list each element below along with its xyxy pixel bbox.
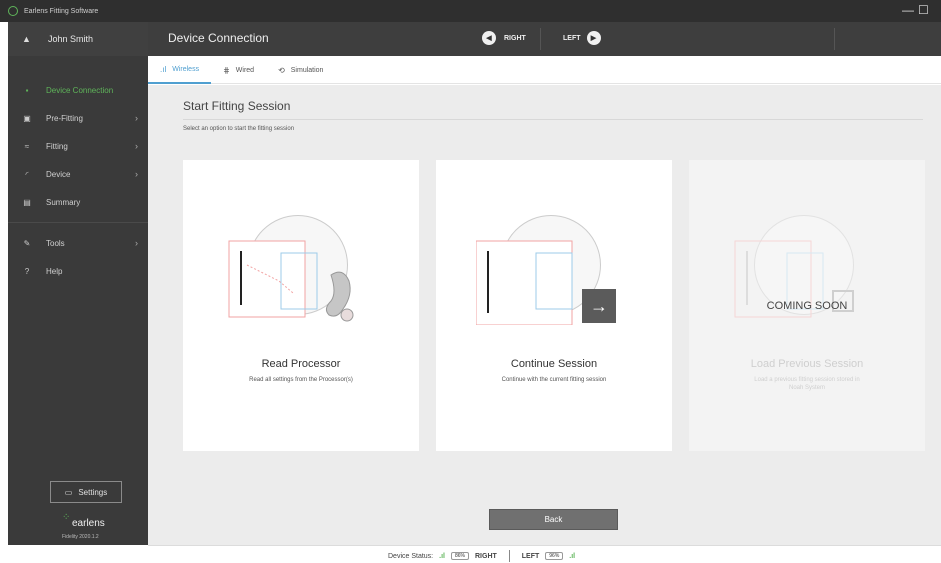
sidebar-item-label: Device [46, 169, 71, 179]
read-processor-card[interactable]: Read Processor Read all settings from th… [183, 160, 419, 451]
card-title: Load Previous Session [750, 358, 864, 370]
speaker-icon: ▶ [586, 31, 601, 45]
sidebar-item-label: Fitting [46, 141, 68, 151]
status-left-label: LEFT [521, 552, 540, 560]
settings-button[interactable]: ▭ Settings [50, 481, 122, 503]
chevron-right-icon: › [135, 238, 138, 248]
right-battery-badge: 86% [450, 552, 469, 560]
clipboard-icon: ▣ [23, 113, 31, 123]
window-titlebar: Earlens Fitting Software — ☐ [0, 0, 941, 22]
chevron-right-icon: › [135, 141, 138, 151]
plug-icon: ▪ [25, 85, 29, 95]
section-heading: Start Fitting Session [183, 99, 291, 113]
version-label: Fidelity 2020.1.2 [62, 534, 99, 540]
connection-tabs: .ıl Wireless ⋕ Wired ⟲ Simulation [148, 56, 941, 84]
nav-divider [8, 222, 148, 223]
card-description: Read all settings from the Processor(s) [249, 377, 353, 383]
section-subheading: Select an option to start the fitting se… [183, 126, 295, 132]
document-icon: ▤ [23, 197, 31, 207]
sidebar-item-tools[interactable]: ✎ Tools › [8, 229, 148, 257]
sidebar-item-label: Device Connection [46, 85, 114, 95]
heading-divider [183, 119, 923, 120]
help-icon: ? [24, 266, 30, 276]
window-title: Earlens Fitting Software [24, 7, 99, 15]
card-title: Read Processor [261, 358, 341, 370]
tab-label: Simulation [290, 66, 324, 74]
status-divider [508, 550, 510, 562]
header-divider [834, 28, 835, 50]
sidebar-item-device-connection[interactable]: ▪ Device Connection [8, 76, 148, 104]
sidebar-item-label: Summary [46, 197, 81, 207]
sidebar-item-device[interactable]: ◜ Device › [8, 160, 148, 188]
back-button[interactable]: Back [489, 509, 618, 530]
sidebar-item-help[interactable]: ? Help [8, 257, 148, 285]
tab-label: Wireless [172, 65, 200, 73]
logo-mark-icon: ⁘ [62, 512, 71, 523]
device-status: Device Status: .ıl 86% RIGHT LEFT 96% .ı… [388, 550, 575, 562]
maximize-button[interactable]: ☐ [918, 3, 929, 17]
sidebar: ▲ John Smith ▪ Device Connection ▣ Pre-F… [8, 22, 148, 545]
continue-session-card[interactable]: → Continue Session Continue with the cur… [436, 160, 672, 451]
right-device-indicator[interactable]: ◀ RIGHT [482, 31, 526, 45]
speaker-icon: ◀ [482, 31, 496, 45]
coming-soon-badge: COMING SOON [766, 300, 848, 312]
processor-illustration-icon [228, 240, 354, 322]
wrench-icon: ✎ [23, 238, 31, 248]
chevron-right-icon: › [135, 113, 138, 123]
status-right-label: RIGHT [475, 552, 497, 560]
left-device-indicator[interactable]: LEFT ▶ [563, 31, 601, 45]
page-title: Device Connection [168, 31, 269, 45]
tab-simulation[interactable]: ⟲ Simulation [266, 56, 335, 84]
arrow-right-icon: → [582, 289, 616, 323]
card-title: Continue Session [510, 358, 598, 370]
sidebar-item-pre-fitting[interactable]: ▣ Pre-Fitting › [8, 104, 148, 132]
simulation-icon: ⟲ [278, 65, 285, 75]
monitor-settings-icon: ▭ [64, 487, 73, 497]
sidebar-item-summary[interactable]: ▤ Summary [8, 188, 148, 216]
card-description: Continue with the current fitting sessio… [501, 377, 607, 383]
sidebar-item-fitting[interactable]: ≈ Fitting › [8, 132, 148, 160]
tab-wired[interactable]: ⋕ Wired [211, 56, 266, 84]
user-icon: ▲ [22, 34, 31, 44]
right-label: RIGHT [504, 34, 526, 42]
session-illustration-icon [476, 240, 573, 325]
status-bar: Device Status: .ıl 86% RIGHT LEFT 96% .ı… [148, 545, 941, 563]
tab-label: Wired [235, 66, 255, 74]
settings-label: Settings [78, 487, 108, 497]
sliders-icon: ≈ [24, 141, 30, 151]
left-battery-badge: 96% [545, 552, 564, 560]
signal-bars-icon: .ıl [569, 552, 576, 560]
left-label: LEFT [563, 34, 581, 42]
sidebar-item-label: Help [46, 266, 63, 276]
earlens-logo: ⁘ earlens Fidelity 2020.1.2 [60, 510, 120, 542]
gauge-icon: ◜ [25, 169, 29, 179]
wired-icon: ⋕ [223, 65, 230, 75]
tab-wireless[interactable]: .ıl Wireless [148, 56, 212, 84]
app-logo-icon [8, 6, 18, 16]
sidebar-item-label: Pre-Fitting [46, 113, 83, 123]
status-label: Device Status: [388, 552, 434, 560]
signal-bars-icon: .ıl [439, 552, 445, 560]
load-previous-session-card: COMING SOON Load Previous Session Load a… [689, 160, 925, 451]
chevron-right-icon: › [135, 169, 138, 179]
main-content: Start Fitting Session Select an option t… [148, 85, 941, 545]
logo-text: earlens [72, 518, 105, 529]
user-name: John Smith [48, 34, 94, 44]
header-bar: Device Connection ◀ RIGHT LEFT ▶ [148, 22, 941, 56]
header-divider [540, 28, 541, 50]
signal-icon: .ıl [160, 64, 167, 74]
sidebar-item-label: Tools [46, 238, 65, 248]
user-profile[interactable]: ▲ John Smith [8, 22, 148, 56]
minimize-button[interactable]: — [902, 3, 914, 17]
card-description: Load a previous fitting session stored i… [754, 377, 860, 391]
